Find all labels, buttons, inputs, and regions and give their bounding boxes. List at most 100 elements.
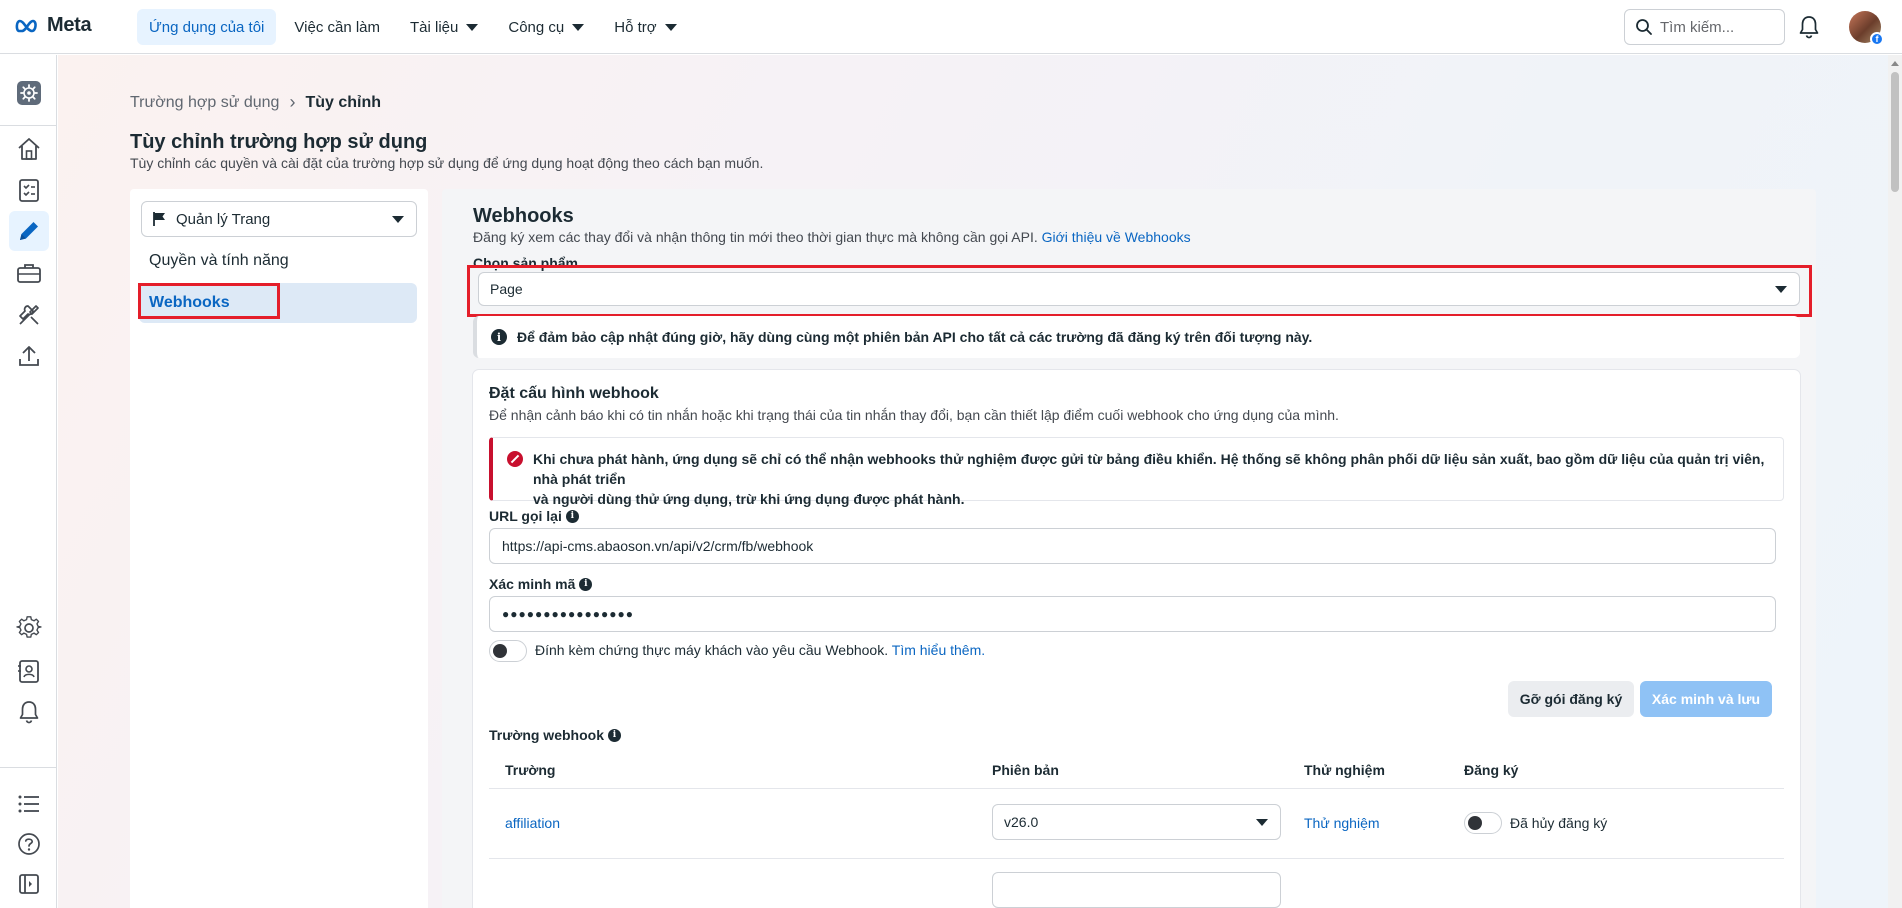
rail-roles[interactable] [9, 651, 49, 691]
avatar[interactable]: f [1849, 11, 1884, 46]
info-icon[interactable]: i [579, 577, 593, 591]
page-subtitle: Tùy chỉnh các quyền và cài đặt của trườn… [130, 155, 764, 171]
version-select[interactable]: v26.0 [992, 804, 1281, 840]
verify-token-value: ●●●●●●●●●●●●●●●● [502, 607, 634, 621]
rail-publish[interactable] [9, 336, 49, 376]
breadcrumb-current: Tùy chỉnh [305, 93, 381, 111]
verify-token-label-text: Xác minh mã [489, 576, 576, 592]
about-webhooks-link[interactable]: Giới thiệu về Webhooks [1042, 229, 1191, 245]
contacts-icon [18, 660, 39, 683]
config-description: Để nhận cảnh báo khi có tin nhắn hoặc kh… [489, 407, 1339, 423]
use-case-select[interactable]: Quản lý Trang [141, 201, 417, 237]
rail-tools[interactable] [9, 295, 49, 335]
scroll-up-icon[interactable] [1891, 61, 1899, 66]
rail-home[interactable] [9, 129, 49, 169]
nav-tools[interactable]: Công cụ [496, 9, 596, 45]
side-item-permissions[interactable]: Quyền và tính năng [139, 241, 417, 281]
callback-url-input[interactable]: https://api-cms.abaoson.vn/api/v2/crm/fb… [489, 528, 1776, 564]
use-case-sidepanel: Quản lý Trang Quyền và tính năng Webhook… [130, 189, 428, 908]
webhooks-content: Webhooks Đăng ký xem các thay đổi và nhậ… [442, 189, 1816, 908]
rail-business[interactable] [9, 253, 49, 293]
rail-alerts[interactable] [9, 692, 49, 732]
field-name-link[interactable]: affiliation [505, 815, 560, 831]
chevron-down-icon [466, 23, 479, 31]
callback-url-label-text: URL gọi lại [489, 508, 562, 524]
rail-app-settings[interactable] [9, 73, 49, 113]
rail-checklist[interactable] [9, 170, 49, 210]
rail-activity[interactable] [9, 784, 49, 824]
verify-and-save-button[interactable]: Xác minh và lưu [1640, 681, 1772, 717]
left-rail [0, 55, 57, 908]
meta-infinity-icon [15, 19, 37, 32]
checklist-icon [19, 179, 39, 202]
app-settings-icon [17, 81, 41, 105]
unsubscribe-button[interactable]: Gỡ gói đăng ký [1508, 681, 1634, 717]
webhook-fields-label: Trường webhook i [489, 727, 621, 743]
column-header-field: Trường [505, 762, 556, 778]
rail-collapse[interactable] [9, 864, 49, 904]
collapse-icon [19, 874, 39, 894]
verify-token-input[interactable]: ●●●●●●●●●●●●●●●● [489, 596, 1776, 632]
info-icon[interactable]: i [565, 509, 579, 523]
webhooks-title: Webhooks [473, 205, 574, 227]
highlight-box [138, 283, 280, 319]
subscribe-toggle[interactable] [1464, 812, 1502, 834]
use-case-select-value: Quản lý Trang [176, 210, 271, 228]
warning-line: và người dùng thử ứng dụng, trừ khi ứng … [533, 491, 965, 507]
side-item-label: Quyền và tính năng [149, 252, 289, 269]
scroll-thumb[interactable] [1891, 72, 1899, 192]
learn-more-link[interactable]: Tìm hiểu thêm. [892, 642, 985, 658]
help-icon [18, 833, 40, 855]
table-divider [489, 788, 1784, 789]
info-icon[interactable]: i [607, 728, 621, 742]
top-bar: Meta Ứng dụng của tôi Việc cần làm Tài l… [0, 0, 1902, 54]
page-scrollbar[interactable] [1888, 55, 1902, 908]
notifications-bell-icon[interactable] [1797, 14, 1821, 40]
search-input[interactable] [1660, 18, 1770, 36]
webhook-config-card: Đặt cấu hình webhook Để nhận cảnh báo kh… [473, 370, 1800, 908]
bell-icon [19, 701, 39, 724]
unpublished-warning: Khi chưa phát hành, ứng dụng sẽ chỉ có t… [489, 437, 1784, 507]
rail-divider [0, 767, 57, 768]
search-box[interactable] [1624, 9, 1785, 45]
subscription-status: Đã hủy đăng ký [1510, 815, 1608, 831]
nav-label: Hỗ trợ [614, 18, 657, 36]
nav-todo[interactable]: Việc cần làm [282, 9, 392, 45]
nav-support[interactable]: Hỗ trợ [602, 9, 688, 45]
rail-help[interactable] [9, 824, 49, 864]
highlight-box [467, 265, 1812, 317]
client-cert-toggle[interactable] [489, 640, 527, 662]
nav-my-apps[interactable]: Ứng dụng của tôi [137, 9, 277, 45]
webhooks-description-text: Đăng ký xem các thay đổi và nhận thông t… [473, 229, 1038, 245]
info-banner-text: Để đảm bảo cập nhật đúng giờ, hãy dùng c… [517, 329, 1313, 345]
main-area: Trường hợp sử dụng › Tùy chỉnh Tùy chỉnh… [58, 55, 1888, 908]
column-header-test: Thử nghiệm [1304, 762, 1385, 778]
nav-label: Việc cần làm [294, 18, 381, 36]
breadcrumb-parent[interactable]: Trường hợp sử dụng [130, 94, 279, 112]
column-header-version: Phiên bản [992, 762, 1059, 778]
test-link[interactable]: Thử nghiệm [1304, 815, 1380, 831]
chevron-down-icon [392, 216, 404, 223]
home-icon [18, 138, 40, 160]
info-banner: i Để đảm bảo cập nhật đúng giờ, hãy dùng… [473, 316, 1800, 358]
client-cert-text: Đính kèm chứng thực máy khách vào yêu cầ… [535, 642, 985, 658]
chevron-down-icon [664, 23, 677, 31]
meta-logo[interactable]: Meta [15, 14, 92, 37]
rail-customize[interactable] [9, 211, 49, 251]
rail-settings[interactable] [9, 608, 49, 648]
info-icon: i [491, 329, 507, 345]
nav-label: Ứng dụng của tôi [149, 18, 265, 36]
callback-url-label: URL gọi lại i [489, 508, 579, 524]
version-select[interactable] [992, 872, 1281, 908]
pencil-icon [20, 222, 38, 240]
callback-url-value: https://api-cms.abaoson.vn/api/v2/crm/fb… [502, 538, 814, 554]
breadcrumb: Trường hợp sử dụng › Tùy chỉnh [130, 92, 381, 113]
nav-docs[interactable]: Tài liệu [398, 9, 490, 45]
webhooks-description: Đăng ký xem các thay đổi và nhận thông t… [473, 229, 1191, 245]
version-select-value: v26.0 [1004, 814, 1039, 830]
error-icon [507, 451, 523, 467]
breadcrumb-separator-icon: › [289, 92, 296, 112]
logo-text: Meta [47, 14, 92, 36]
warning-text: Khi chưa phát hành, ứng dụng sẽ chỉ có t… [533, 449, 1773, 507]
config-title: Đặt cấu hình webhook [489, 385, 659, 402]
